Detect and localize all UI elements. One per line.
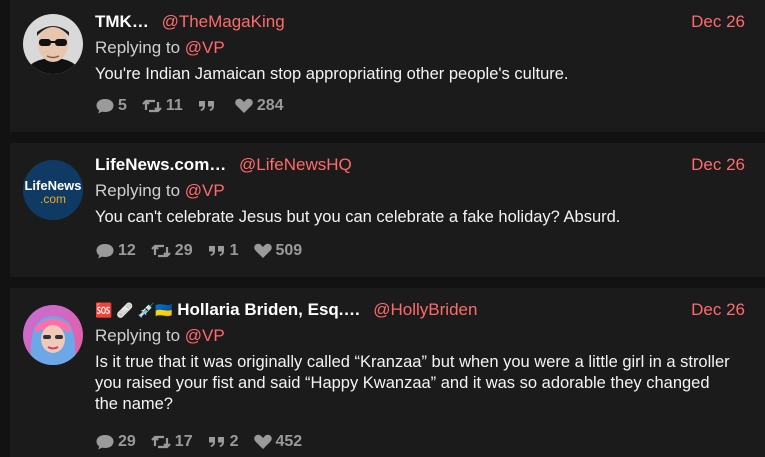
reply-count: 29 — [118, 433, 136, 450]
comment-icon — [96, 244, 114, 259]
logo-line-1: LifeNews — [24, 178, 81, 193]
reply-count: 5 — [118, 97, 127, 114]
avatar[interactable] — [23, 305, 83, 365]
quote-icon — [208, 246, 224, 256]
quote-count: 1 — [229, 242, 239, 259]
logo-line-2: .com — [40, 192, 66, 206]
comment-icon — [96, 435, 114, 450]
heart-icon — [235, 98, 253, 113]
heart-icon — [253, 434, 272, 449]
retweet-icon — [151, 244, 171, 258]
quote-button[interactable]: 1 — [207, 242, 239, 260]
user-handle[interactable]: @LifeNewsHQ — [239, 155, 352, 174]
avatar[interactable] — [23, 14, 83, 74]
replying-to: Replying to @VP — [95, 326, 225, 346]
reply-button[interactable]: 29 — [95, 433, 136, 451]
quote-count: 2 — [229, 433, 239, 450]
retweet-icon — [151, 435, 171, 449]
tweet-date[interactable]: Dec 26 — [691, 300, 745, 320]
tweet-header: 🆘 🩹 💉🇺🇦 Hollaria Briden, Esq.… @HollyBri… — [95, 300, 765, 322]
user-handle[interactable]: @HollyBriden — [373, 300, 477, 319]
like-count: 509 — [275, 242, 303, 259]
quote-button[interactable]: 2 — [207, 433, 239, 451]
comment-icon — [96, 99, 114, 114]
replying-to: Replying to @VP — [95, 38, 225, 58]
reply-button[interactable]: 5 — [95, 97, 127, 115]
mention-link[interactable]: @VP — [185, 181, 225, 200]
retweet-button[interactable]: 17 — [150, 433, 193, 451]
replying-to-label: Replying to — [95, 38, 185, 57]
retweet-icon — [142, 99, 162, 113]
like-count: 452 — [275, 433, 303, 450]
replying-to-label: Replying to — [95, 326, 185, 345]
retweet-button[interactable]: 11 — [141, 97, 183, 115]
quote-icon — [208, 437, 224, 447]
user-handle[interactable]: @TheMagaKing — [162, 12, 285, 31]
retweet-count: 29 — [174, 242, 193, 259]
tweet-header: LifeNews.com… @LifeNewsHQ Dec 26 — [95, 155, 765, 177]
quote-button[interactable] — [197, 98, 220, 114]
reply-count: 12 — [118, 242, 136, 259]
replying-to: Replying to @VP — [95, 181, 225, 201]
display-name[interactable]: Hollaria Briden, Esq.… — [177, 300, 360, 319]
retweet-count: 11 — [165, 97, 183, 114]
tweet-actions: 29 17 2 452 — [95, 432, 316, 452]
tweet-date[interactable]: Dec 26 — [691, 12, 745, 32]
tweet-text: You're Indian Jamaican stop appropriatin… — [95, 65, 569, 83]
name-emojis: 🆘 🩹 💉🇺🇦 — [95, 302, 173, 318]
like-count: 284 — [256, 97, 284, 114]
tweet-text: Is it true that it was originally called… — [95, 353, 730, 413]
like-button[interactable]: 452 — [253, 433, 303, 451]
tweet-header: TMK… @TheMagaKing Dec 26 — [95, 12, 765, 34]
reply-button[interactable]: 12 — [95, 242, 136, 260]
tweet-feed: TMK… @TheMagaKing Dec 26 Replying to @VP… — [0, 0, 765, 457]
mention-link[interactable]: @VP — [185, 38, 225, 57]
tweet-text: You can't celebrate Jesus but you can ce… — [95, 208, 621, 226]
tweet-card[interactable]: LifeNews .com LifeNews.com… @LifeNewsHQ … — [10, 143, 765, 277]
avatar[interactable]: LifeNews .com — [23, 160, 83, 220]
tweet-actions: 5 11 284 — [95, 96, 298, 116]
like-button[interactable]: 284 — [234, 97, 284, 115]
tweet-actions: 12 29 1 509 — [95, 241, 316, 261]
display-name[interactable]: TMK… — [95, 12, 149, 31]
mention-link[interactable]: @VP — [185, 326, 225, 345]
like-button[interactable]: 509 — [253, 242, 303, 260]
tweet-date[interactable]: Dec 26 — [691, 155, 745, 175]
heart-icon — [253, 243, 272, 258]
retweet-count: 17 — [174, 433, 193, 450]
sunglasses-man-avatar-icon — [23, 14, 83, 74]
tweet-card[interactable]: TMK… @TheMagaKing Dec 26 Replying to @VP… — [10, 0, 765, 132]
colorful-hair-woman-avatar-icon — [23, 305, 83, 365]
quote-icon — [198, 101, 214, 111]
replying-to-label: Replying to — [95, 181, 185, 200]
tweet-card[interactable]: 🆘 🩹 💉🇺🇦 Hollaria Briden, Esq.… @HollyBri… — [10, 288, 765, 457]
display-name[interactable]: LifeNews.com… — [95, 155, 226, 174]
retweet-button[interactable]: 29 — [150, 242, 193, 260]
lifenews-logo-icon: LifeNews .com — [23, 160, 83, 220]
